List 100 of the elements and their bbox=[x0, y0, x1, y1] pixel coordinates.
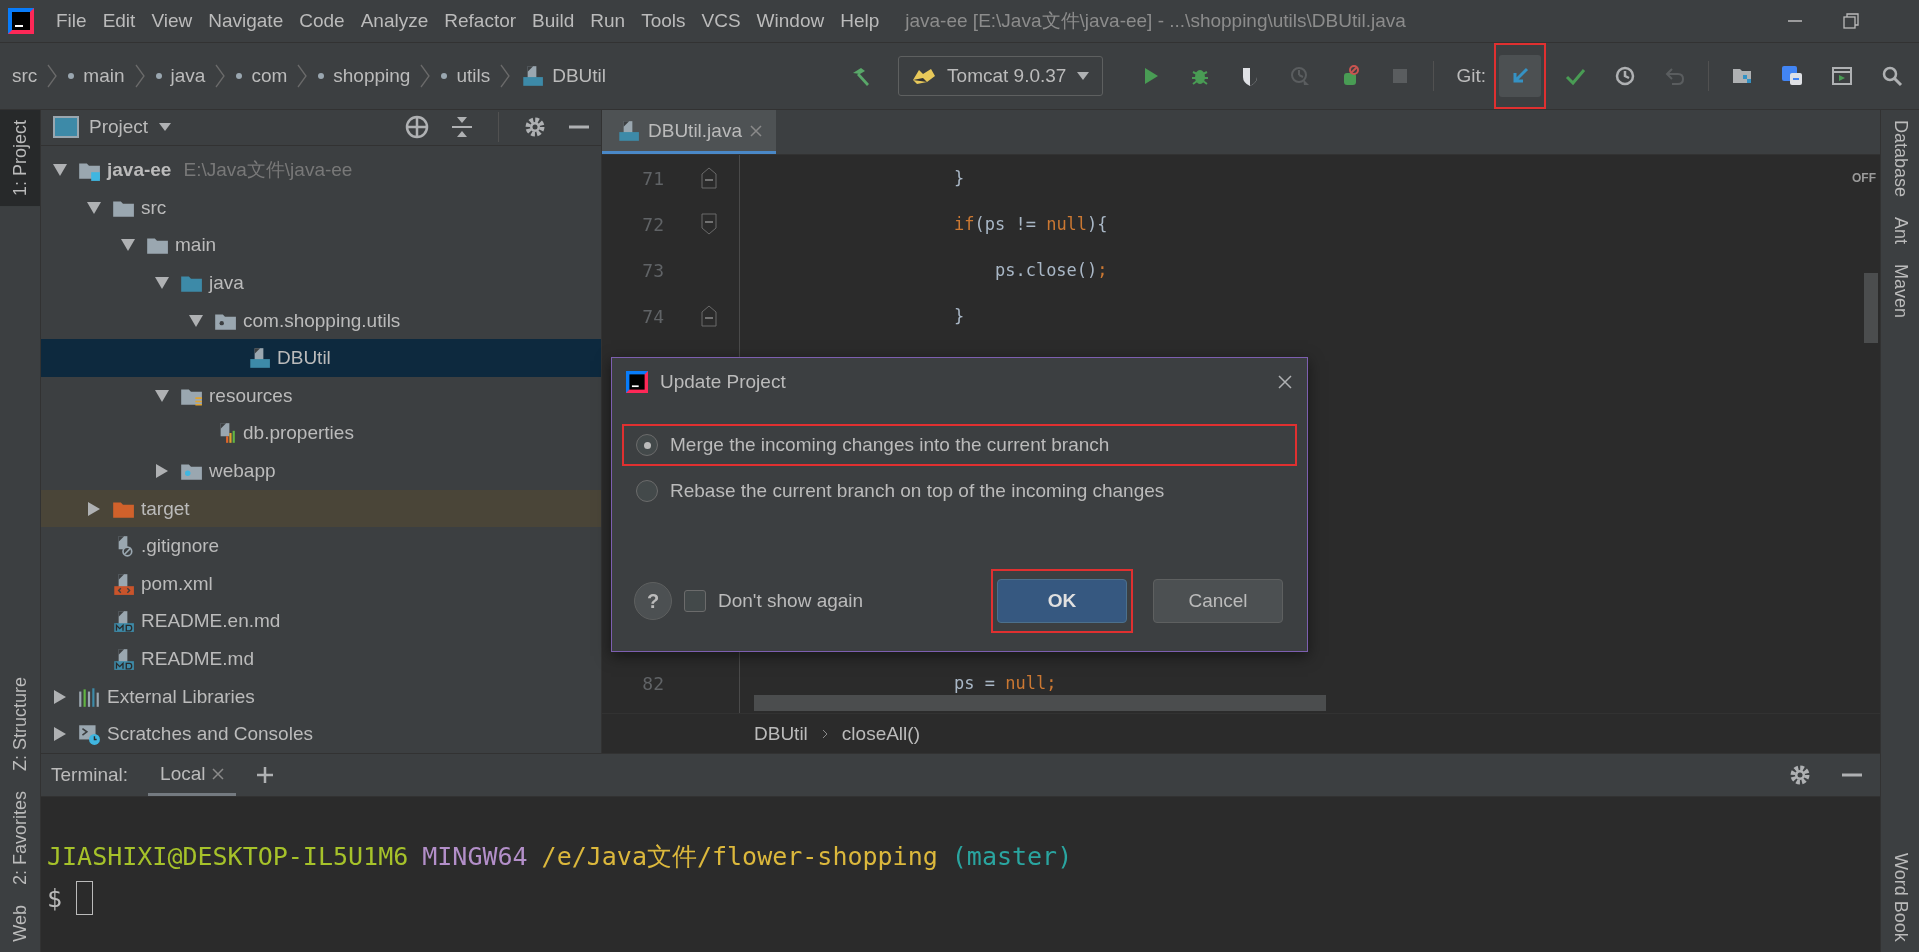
caret-down-icon[interactable] bbox=[86, 200, 102, 215]
tree-label: README.en.md bbox=[141, 610, 281, 633]
tree-label: src bbox=[141, 196, 167, 219]
tree-row[interactable]: DBUtil bbox=[41, 339, 601, 378]
menu-item[interactable]: Run bbox=[582, 10, 634, 32]
tree-row[interactable]: pom.xml bbox=[41, 565, 601, 603]
window-icon bbox=[53, 116, 79, 139]
menu-item[interactable]: VCS bbox=[693, 10, 749, 32]
tool-window-button[interactable]: 2: Favorites bbox=[0, 781, 40, 896]
restore-icon[interactable] bbox=[1843, 13, 1859, 29]
menu-item[interactable]: Help bbox=[832, 10, 888, 32]
radio-label[interactable]: Merge the incoming changes into the current branch bbox=[670, 434, 1110, 456]
tree-row[interactable]: target bbox=[41, 489, 601, 528]
close-icon[interactable] bbox=[211, 767, 224, 780]
line-number: 73 bbox=[642, 259, 664, 281]
caret-down-icon bbox=[158, 122, 173, 133]
menu-item[interactable]: View bbox=[143, 10, 201, 32]
radio-button[interactable] bbox=[636, 434, 658, 456]
checkbox[interactable] bbox=[684, 590, 706, 612]
caret-down-icon[interactable] bbox=[188, 313, 204, 328]
breadcrumb-item[interactable]: main bbox=[83, 65, 125, 87]
scrollbar-thumb[interactable] bbox=[1864, 273, 1878, 343]
menu-item[interactable]: Window bbox=[748, 10, 833, 32]
settings-icon[interactable] bbox=[1788, 763, 1812, 787]
caret-right-icon[interactable] bbox=[53, 726, 67, 743]
tool-window-button[interactable]: Ant bbox=[1881, 207, 1919, 255]
menu-item[interactable]: File bbox=[48, 10, 95, 32]
tree-row[interactable]: db.properties bbox=[41, 414, 601, 453]
breadcrumb-item[interactable]: DBUtil bbox=[754, 722, 808, 745]
plus-icon[interactable] bbox=[255, 766, 274, 784]
menu-item[interactable]: Build bbox=[524, 10, 583, 32]
caret-down-icon[interactable] bbox=[154, 276, 170, 291]
tree-row[interactable]: resources bbox=[41, 377, 601, 415]
run-config-dropdown[interactable]: Tomcat 9.0.37 bbox=[898, 56, 1104, 96]
radio-button[interactable] bbox=[636, 480, 658, 502]
tree-row[interactable]: main bbox=[41, 226, 601, 265]
tree-row[interactable]: README.md bbox=[41, 640, 601, 678]
line-number: 82 bbox=[642, 672, 664, 694]
fold-marker-icon[interactable] bbox=[701, 213, 717, 235]
cancel-button[interactable]: Cancel bbox=[1153, 579, 1283, 623]
tool-window-button[interactable]: Database bbox=[1881, 110, 1919, 208]
tool-window-button[interactable]: Web bbox=[0, 895, 40, 952]
caret-down-icon[interactable] bbox=[120, 238, 136, 253]
tree-row[interactable]: java-ee E:\Java文件\java-ee bbox=[41, 151, 601, 190]
caret-down-icon[interactable] bbox=[154, 388, 170, 403]
breadcrumb-item[interactable]: closeAll() bbox=[841, 722, 920, 745]
caret-right-icon[interactable] bbox=[53, 688, 67, 705]
collapse-icon[interactable] bbox=[450, 115, 474, 140]
tree-label: target bbox=[141, 497, 190, 520]
chevron-icon bbox=[297, 64, 308, 88]
fold-marker-icon[interactable] bbox=[701, 167, 717, 189]
caret-down-icon[interactable] bbox=[52, 163, 68, 178]
help-button[interactable]: ? bbox=[634, 582, 672, 620]
tree-label: .gitignore bbox=[141, 535, 220, 558]
breadcrumb-item[interactable]: java bbox=[170, 65, 206, 87]
caret-right-icon[interactable] bbox=[87, 500, 101, 517]
tree-row[interactable]: External Libraries bbox=[41, 677, 601, 716]
prompt-text: MINGW64 bbox=[422, 841, 528, 871]
fold-marker-icon[interactable] bbox=[701, 305, 717, 327]
tree-row[interactable]: webapp bbox=[41, 452, 601, 490]
caret-right-icon[interactable] bbox=[155, 463, 169, 480]
tree-row[interactable]: Scratches and Consoles bbox=[41, 715, 601, 753]
menu-item[interactable]: Tools bbox=[633, 10, 694, 32]
checkbox-label[interactable]: Don't show again bbox=[718, 590, 864, 612]
prompt-symbol: $ bbox=[47, 883, 63, 913]
menu-item[interactable]: Refactor bbox=[436, 10, 525, 32]
tool-window-button[interactable]: Maven bbox=[1881, 254, 1919, 329]
tool-window-button[interactable]: Word Book bbox=[1881, 843, 1919, 952]
line-number: 72 bbox=[642, 213, 664, 235]
dot-icon bbox=[67, 72, 76, 80]
menu-item[interactable]: Navigate bbox=[200, 10, 292, 32]
breadcrumb-item[interactable]: com bbox=[251, 65, 288, 87]
tree-row[interactable]: java bbox=[41, 264, 601, 302]
radio-option[interactable]: Rebase the current branch on top of the incoming changes bbox=[622, 470, 1297, 512]
menu-item[interactable]: Analyze bbox=[352, 10, 437, 32]
breadcrumb-item[interactable]: DBUtil bbox=[552, 65, 607, 87]
breadcrumb-item[interactable]: src bbox=[12, 65, 38, 87]
menu-item[interactable]: Edit bbox=[94, 10, 144, 32]
tool-window-button[interactable]: 1: Project bbox=[0, 110, 40, 207]
project-view-dropdown[interactable]: Project bbox=[53, 116, 173, 139]
tree-row[interactable]: com.shopping.utils bbox=[41, 301, 601, 340]
editor-tab[interactable]: DBUtil.java bbox=[602, 110, 776, 154]
app-logo bbox=[8, 8, 34, 34]
tree-row[interactable]: .gitignore bbox=[41, 527, 601, 566]
inspection-label[interactable]: OFF bbox=[1852, 171, 1876, 185]
prompt-text: JIASHIXI@DESKTOP-IL5U1M6 bbox=[47, 841, 409, 871]
close-icon[interactable] bbox=[1277, 374, 1293, 390]
radio-label[interactable]: Rebase the current branch on top of the incoming changes bbox=[670, 480, 1165, 502]
tool-window-button[interactable]: Z: Structure bbox=[0, 667, 40, 782]
app-logo bbox=[626, 371, 648, 393]
scrollbar-thumb[interactable] bbox=[754, 695, 1326, 711]
tree-row[interactable]: src bbox=[41, 189, 601, 227]
breadcrumb-item[interactable]: shopping bbox=[333, 65, 411, 87]
dot-icon bbox=[154, 72, 163, 80]
crosshair-icon[interactable] bbox=[404, 114, 430, 141]
chevron-icon bbox=[821, 727, 828, 740]
tree-row[interactable]: README.en.md bbox=[41, 602, 601, 641]
menu-item[interactable]: Code bbox=[291, 10, 353, 32]
breadcrumb-item[interactable]: utils bbox=[456, 65, 491, 87]
ok-button[interactable]: OK bbox=[997, 579, 1127, 623]
